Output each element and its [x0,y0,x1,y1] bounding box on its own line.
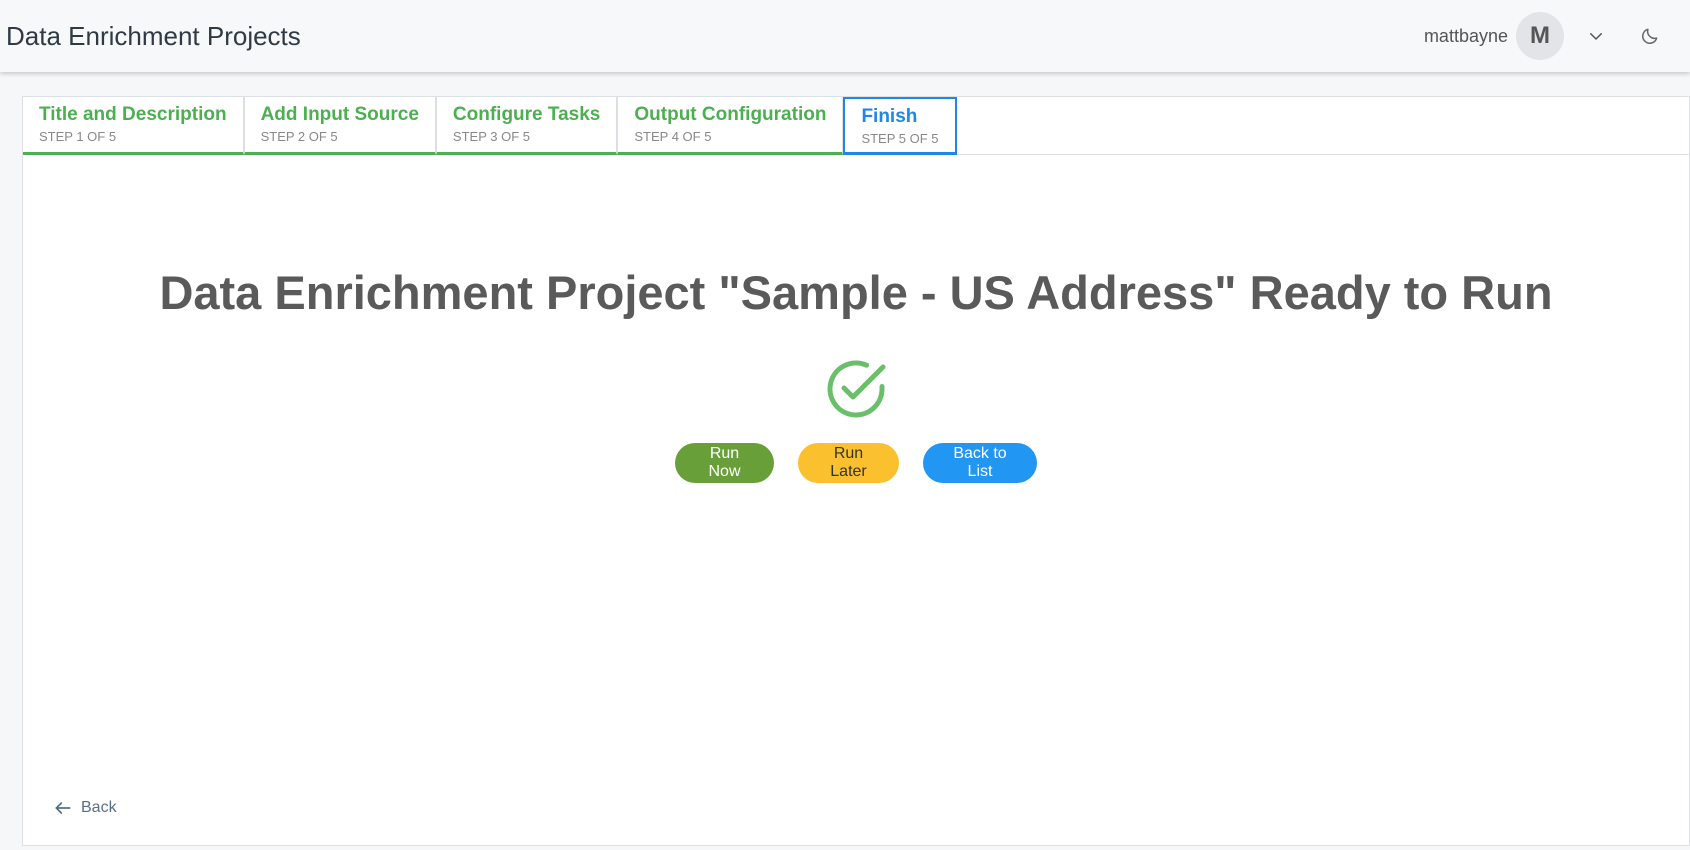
app-title: Data Enrichment Projects [6,20,301,51]
step-subtitle: STEP 5 OF 5 [861,131,939,146]
wizard-panel: Title and Description STEP 1 OF 5 Add In… [22,96,1690,846]
check-circle-icon [822,355,890,423]
step-title: Configure Tasks [452,104,601,125]
step-title-and-description[interactable]: Title and Description STEP 1 OF 5 [23,97,244,155]
step-configure-tasks[interactable]: Configure Tasks STEP 3 OF 5 [435,97,618,155]
step-subtitle: STEP 1 OF 5 [39,129,117,144]
wizard-steps: Title and Description STEP 1 OF 5 Add In… [23,97,1689,155]
step-subtitle: STEP 2 OF 5 [260,129,338,144]
avatar[interactable]: M [1516,12,1564,60]
step-finish[interactable]: Finish STEP 5 OF 5 [843,97,957,155]
step-add-input-source[interactable]: Add Input Source STEP 2 OF 5 [243,97,436,155]
back-to-list-button[interactable]: Back to List [923,443,1037,483]
back-label: Back [81,799,117,816]
run-now-button[interactable]: Run Now [675,443,774,483]
step-subtitle: STEP 3 OF 5 [452,129,530,144]
user-menu-chevron-down-icon[interactable] [1576,16,1616,56]
username: mattbayne [1423,25,1508,46]
step-title: Output Configuration [634,104,827,125]
dark-mode-moon-icon[interactable] [1630,16,1670,56]
user-area: mattbayne M [1424,12,1670,60]
step-output-configuration[interactable]: Output Configuration STEP 4 OF 5 [617,97,844,155]
step-subtitle: STEP 4 OF 5 [634,129,712,144]
top-bar: Data Enrichment Projects mattbayne M [0,0,1690,72]
step-title: Finish [861,106,918,127]
step-title: Title and Description [39,104,227,125]
back-button[interactable]: Back [53,798,117,818]
run-later-button[interactable]: Run Later [798,443,899,483]
arrow-left-icon [55,802,71,814]
action-buttons: Run Now Run Later Back to List [23,443,1689,483]
step-title: Add Input Source [260,104,419,125]
ready-headline: Data Enrichment Project "Sample - US Add… [159,266,1553,319]
